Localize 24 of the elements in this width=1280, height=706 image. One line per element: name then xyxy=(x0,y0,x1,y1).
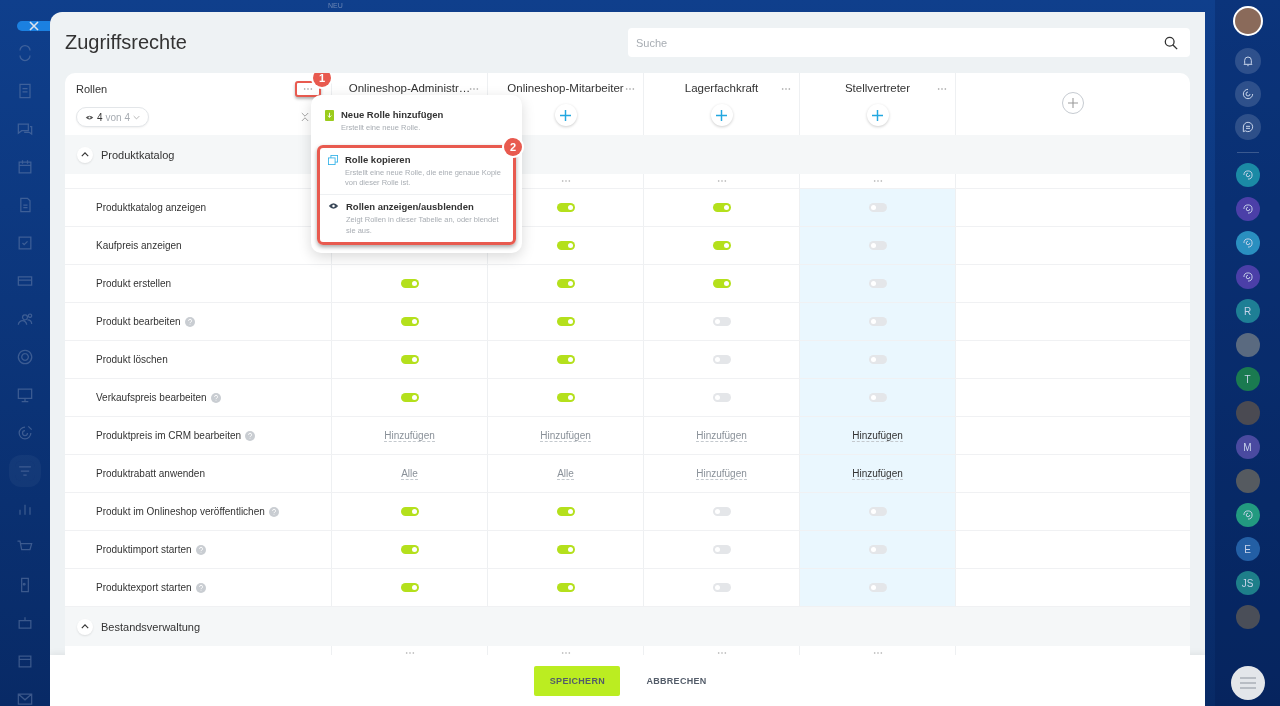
roles-label: Rollen xyxy=(76,83,108,95)
role-name: Onlineshop-Mitarbeiter xyxy=(507,82,624,94)
permission-label: Kaufpreis anzeigen xyxy=(96,240,182,251)
permission-label: Produktexport starten xyxy=(96,582,192,593)
permission-label: Produktpreis im CRM bearbeiten xyxy=(96,430,242,441)
section-title: Produktkatalog xyxy=(101,148,175,161)
permission-label: Verkaufspreis bearbeiten xyxy=(96,392,207,403)
menu-item-title: Rollen anzeigen/ausblenden xyxy=(346,201,475,213)
callout-badge: 2 xyxy=(504,138,522,157)
permission-label: Produktrabatt anwenden xyxy=(96,468,205,479)
menu-item-title: Rolle kopieren xyxy=(345,154,412,166)
section-title: Bestandsverwaltung xyxy=(101,620,201,633)
permission-label: Produktkatalog anzeigen xyxy=(96,202,207,213)
permission-label: Produkt löschen xyxy=(96,354,168,365)
permission-label: Produktimport starten xyxy=(96,544,192,555)
menu-item-title: Neue Rolle hinzufügen xyxy=(341,109,444,120)
permission-label: Produkt erstellen xyxy=(96,278,172,289)
permission-label: Produkt bearbeiten xyxy=(96,316,181,327)
role-name: Stellvertreter xyxy=(844,82,911,94)
role-name: Lagerfachkraft xyxy=(684,82,759,94)
callout-badge: 1 xyxy=(313,73,331,87)
page-title: Zugriffsrechte xyxy=(65,31,187,54)
role-name: Onlineshop-Administr… xyxy=(348,82,471,94)
permission-label: Produkt im Onlineshop veröffentlichen xyxy=(96,506,265,517)
